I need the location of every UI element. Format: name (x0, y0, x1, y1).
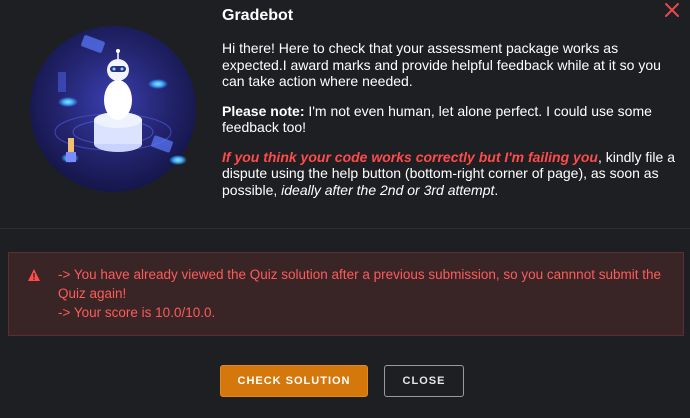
error-alert: -> You have already viewed the Quiz solu… (8, 252, 684, 336)
dispute-timing: ideally after the 2nd or 3rd attempt (281, 181, 495, 198)
gradebot-dialog: Gradebot Hi there! Here to check that yo… (0, 0, 690, 418)
robot-illustration (30, 20, 196, 198)
dispute-warning: If you think your code works correctly b… (222, 148, 598, 165)
dispute-end: . (494, 181, 499, 198)
dialog-content: Gradebot Hi there! Here to check that yo… (222, 7, 678, 211)
note-paragraph: Please note: I'm not even human, let alo… (222, 103, 678, 136)
intro-text: Hi there! Here to check that your assess… (222, 40, 661, 89)
dialog-title: Gradebot (222, 7, 294, 24)
alert-message: -> You have already viewed the Quiz solu… (58, 265, 678, 322)
close-button[interactable]: CLOSE (384, 365, 464, 397)
dispute-paragraph: If you think your code works correctly b… (222, 149, 678, 199)
check-solution-button[interactable]: CHECK SOLUTION (220, 365, 368, 397)
note-label: Please note: (222, 102, 305, 119)
alert-line-1: -> You have already viewed the Quiz solu… (58, 267, 661, 301)
warning-icon (27, 268, 41, 282)
alert-line-2: -> Your score is 10.0/10.0. (58, 305, 216, 320)
divider (0, 228, 690, 229)
